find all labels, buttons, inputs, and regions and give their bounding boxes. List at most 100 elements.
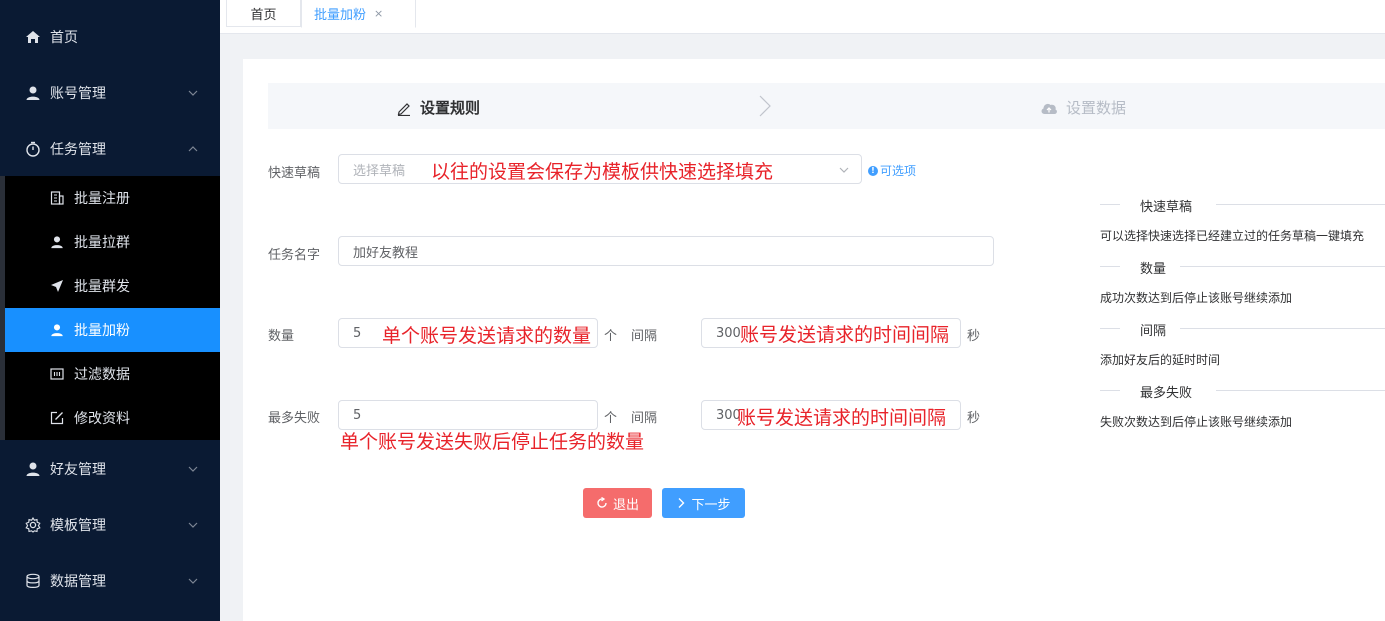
tab-batch-add-fans[interactable]: 批量加粉 × (301, 0, 416, 28)
tab-label: 首页 (250, 7, 277, 23)
help-text-max-fail: 失败次数达到后停止该账号继续添加 (1100, 415, 1293, 429)
help-heading-text: 最多失败 (1140, 386, 1193, 401)
help-heading-max-fail: 最多失败 (1100, 382, 1385, 401)
step-label: 设置数据 (1066, 99, 1127, 117)
tab-bar: 首页 批量加粉 × (220, 0, 1385, 34)
sidebar-item-filter-data[interactable]: 过滤数据 (5, 352, 220, 396)
sidebar-item-label: 任务管理 (50, 142, 106, 158)
chevron-right-icon (678, 498, 685, 508)
quantity-label: 数量 (268, 329, 295, 344)
sidebar-item-data[interactable]: 数据管理 (0, 553, 220, 609)
quantity-value: 5 (353, 325, 362, 341)
max-fail-label: 最多失败 (268, 411, 321, 426)
chevron-down-icon (188, 522, 198, 528)
help-heading-interval: 间隔 (1100, 320, 1385, 339)
help-heading-text: 间隔 (1140, 324, 1167, 339)
next-button[interactable]: 下一步 (662, 488, 745, 518)
chevron-down-icon (188, 578, 198, 584)
sidebar-item-account[interactable]: 账号管理 (0, 65, 220, 121)
gear-icon (24, 516, 42, 534)
steps-bar: 设置规则 设置数据 (268, 83, 1385, 129)
next-button-label: 下一步 (691, 497, 731, 513)
sidebar-item-label: 批量加粉 (74, 323, 130, 339)
sidebar-item-batch-group[interactable]: 批量拉群 (5, 220, 220, 264)
interval-label: 间隔 (631, 329, 658, 344)
step-set-data: 设置数据 (1040, 97, 1126, 118)
sidebar-item-label: 模板管理 (50, 518, 106, 534)
edit-pen-icon (397, 102, 410, 116)
max-fail-input[interactable]: 5 (338, 400, 598, 430)
step-label: 设置规则 (420, 99, 481, 117)
building-icon (49, 190, 65, 206)
help-heading-text: 快速草稿 (1140, 200, 1193, 215)
sidebar: 首页 账号管理 任务管理 批量注册 批量拉群 批量群发 批量加粉 过滤数据 修改… (0, 0, 220, 621)
sidebar-item-friends[interactable]: 好友管理 (0, 441, 220, 497)
sidebar-item-label: 批量注册 (74, 191, 130, 207)
help-heading-text: 数量 (1140, 262, 1167, 277)
sidebar-item-template[interactable]: 模板管理 (0, 497, 220, 553)
exit-button-label: 退出 (612, 497, 639, 513)
user-icon (49, 322, 65, 338)
optional-hint-text: 可选项 (880, 164, 917, 178)
home-icon (24, 28, 42, 46)
annotation-draft: 以往的设置会保存为模板供快速选择填充 (431, 161, 774, 183)
database-icon (24, 572, 42, 590)
exit-button[interactable]: 退出 (583, 488, 652, 518)
chevron-down-icon (839, 167, 849, 173)
max-fail-value: 5 (353, 407, 362, 423)
user-icon (49, 234, 65, 250)
chevron-up-icon (188, 146, 198, 152)
optional-hint: ! 可选项 (868, 162, 916, 179)
sidebar-item-task[interactable]: 任务管理 (0, 121, 220, 177)
cloud-upload-icon (1041, 103, 1057, 114)
filter-box-icon (49, 366, 65, 382)
sidebar-item-label: 账号管理 (50, 86, 106, 102)
sidebar-item-label: 修改资料 (74, 411, 130, 427)
close-icon[interactable]: × (374, 7, 383, 20)
edit-icon (49, 410, 65, 426)
sidebar-item-label: 批量群发 (74, 279, 130, 295)
annotation-max-fail: 单个账号发送失败后停止任务的数量 (340, 431, 645, 453)
step-set-rules: 设置规则 (396, 97, 480, 118)
task-name-label: 任务名字 (268, 248, 321, 263)
tab-home[interactable]: 首页 (226, 0, 301, 27)
sidebar-item-label: 首页 (50, 30, 78, 46)
interval-value: 300 (716, 325, 741, 341)
user-icon (24, 84, 42, 102)
sidebar-item-label: 数据管理 (50, 574, 106, 590)
chevron-right-icon (759, 95, 771, 117)
info-icon: ! (868, 165, 878, 176)
sidebar-item-label: 批量拉群 (74, 235, 130, 251)
annotation-quantity: 单个账号发送请求的数量 (382, 325, 592, 347)
annotation-interval2: 账号发送请求的时间间隔 (737, 407, 947, 429)
sidebar-item-batch-send[interactable]: 批量群发 (5, 264, 220, 308)
help-heading-draft: 快速草稿 (1100, 196, 1385, 215)
task-submenu: 批量注册 批量拉群 批量群发 批量加粉 过滤数据 修改资料 (0, 176, 220, 440)
interval-unit: 秒 (967, 329, 981, 344)
sidebar-item-edit-profile[interactable]: 修改资料 (5, 396, 220, 440)
draft-placeholder: 选择草稿 (353, 163, 406, 179)
refresh-icon (597, 497, 607, 508)
quantity-unit: 个 (604, 329, 618, 344)
task-name-value: 加好友教程 (353, 245, 419, 261)
user-icon (24, 460, 42, 478)
sidebar-item-label: 好友管理 (50, 462, 106, 478)
main-card: 设置规则 设置数据 快速草稿 选择草稿 ! 可选项 以往的设置会保存为模板供快速… (243, 59, 1385, 621)
help-text-quantity: 成功次数达到后停止该账号继续添加 (1100, 291, 1293, 305)
interval2-unit: 秒 (967, 411, 981, 426)
interval2-label: 间隔 (631, 411, 658, 426)
tab-label: 批量加粉 (314, 8, 367, 23)
sidebar-item-label: 过滤数据 (74, 367, 130, 383)
max-fail-unit: 个 (604, 411, 618, 426)
help-text-interval: 添加好友后的延时时间 (1100, 353, 1221, 367)
send-icon (49, 278, 65, 294)
task-name-input[interactable]: 加好友教程 (338, 236, 994, 266)
chevron-down-icon (188, 90, 198, 96)
help-text-draft: 可以选择快速选择已经建立过的任务草稿一键填充 (1100, 229, 1365, 243)
sidebar-item-batch-register[interactable]: 批量注册 (5, 176, 220, 220)
sidebar-item-home[interactable]: 首页 (0, 9, 220, 65)
help-heading-quantity: 数量 (1100, 258, 1385, 277)
draft-label: 快速草稿 (268, 166, 321, 181)
timer-icon (24, 140, 42, 158)
sidebar-item-batch-add-fans[interactable]: 批量加粉 (5, 308, 220, 352)
